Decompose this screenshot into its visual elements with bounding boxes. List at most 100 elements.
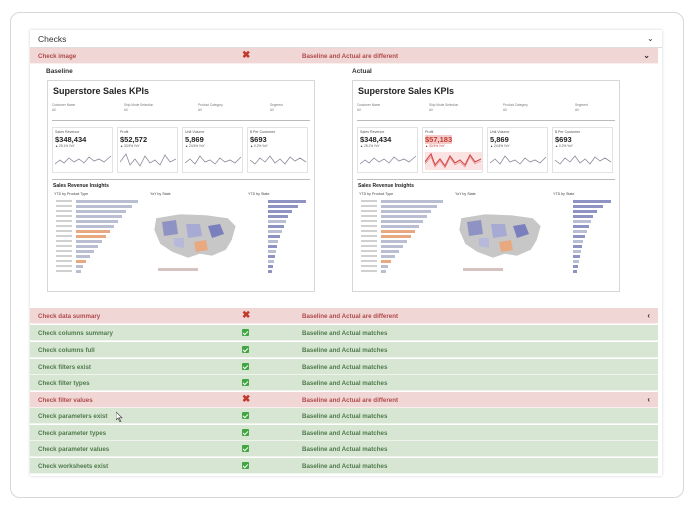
filter-value: All bbox=[198, 108, 202, 112]
insights-section: Sales Revenue Insights YTD by Product Ty… bbox=[357, 179, 615, 287]
insights-title: Sales Revenue Insights bbox=[358, 183, 414, 189]
dashboard-title: Superstore Sales KPIs bbox=[53, 86, 150, 96]
filter-value: All bbox=[357, 108, 361, 112]
kpi-label: Sales Revenue bbox=[360, 130, 385, 134]
kpi-label: Unit Volume bbox=[185, 130, 205, 134]
kpi-delta: ▲ 24.5% YoY bbox=[185, 144, 205, 148]
check-row[interactable]: Check data summary ✖ Baseline and Actual… bbox=[30, 308, 658, 324]
filter-label: Customer Name bbox=[357, 103, 381, 107]
check-row[interactable]: Check filter values ✖ Baseline and Actua… bbox=[30, 392, 658, 408]
kpi-value: 5,869 bbox=[490, 135, 509, 144]
check-name: Check columns summary bbox=[38, 330, 113, 337]
us-map bbox=[153, 213, 237, 271]
check-row[interactable]: Check filter types Baseline and Actual m… bbox=[30, 375, 658, 391]
kpi-value: $57,183 bbox=[425, 135, 453, 144]
fail-icon: ✖ bbox=[242, 394, 251, 405]
kpi-delta: ▲ 0.2% YoY bbox=[555, 144, 573, 148]
bar-chart-product-type bbox=[361, 200, 443, 273]
dashboard-title: Superstore Sales KPIs bbox=[358, 86, 455, 96]
kpi-delta: ▲ 0.2% YoY bbox=[250, 144, 268, 148]
kpi-delta: ▲ 33.9% YoY bbox=[425, 144, 445, 148]
check-icon bbox=[242, 379, 249, 386]
subchart-title: YoY by State bbox=[150, 192, 171, 196]
check-message: Baseline and Actual are different bbox=[302, 397, 399, 404]
kpi-card: $ Per Customer $693 ▲ 0.2% YoY bbox=[247, 127, 308, 173]
check-message: Baseline and Actual are different bbox=[302, 313, 399, 320]
kpi-delta: ▲ 25.1% YoY bbox=[360, 144, 380, 148]
kpi-label: Profit bbox=[425, 130, 434, 134]
kpi-card: Unit Volume 5,869 ▲ 24.5% YoY bbox=[487, 127, 548, 173]
chevron-down-icon[interactable]: ⌄ bbox=[647, 34, 654, 44]
kpi-delta: ▲ 33.9% YoY bbox=[120, 144, 140, 148]
us-map bbox=[458, 213, 542, 271]
check-icon bbox=[242, 462, 249, 469]
filter-label: Customer Name bbox=[52, 103, 76, 107]
subchart-title: YTD by Product Type bbox=[54, 192, 89, 196]
check-message: Baseline and Actual matches bbox=[302, 380, 388, 387]
bar-chart-product-type bbox=[56, 200, 138, 273]
check-row[interactable]: Check worksheets exist Baseline and Actu… bbox=[30, 458, 658, 474]
actual-label: Actual bbox=[352, 68, 372, 75]
check-icon bbox=[242, 429, 249, 436]
kpi-label: Sales Revenue bbox=[55, 130, 80, 134]
check-message: Baseline and Actual matches bbox=[302, 430, 388, 437]
chevron-down-icon[interactable]: ⌄ bbox=[643, 51, 650, 60]
check-icon bbox=[242, 412, 249, 419]
filter-value: All bbox=[429, 108, 433, 112]
filter-bar: Customer Name Ship Mode Selection Produc… bbox=[52, 101, 310, 121]
check-icon bbox=[242, 445, 249, 452]
insights-section: Sales Revenue Insights YTD by Product Ty… bbox=[52, 179, 310, 287]
check-row[interactable]: Check filters exist Baseline and Actual … bbox=[30, 359, 658, 375]
check-icon bbox=[242, 329, 249, 336]
baseline-dashboard: Superstore Sales KPIs Customer Name Ship… bbox=[47, 80, 315, 292]
kpi-label: $ Per Customer bbox=[555, 130, 581, 134]
check-row[interactable]: Check columns full Baseline and Actual m… bbox=[30, 342, 658, 358]
chevron-left-icon[interactable]: ‹ bbox=[647, 311, 650, 320]
check-name: Check filters exist bbox=[38, 364, 91, 371]
bar-chart-state bbox=[268, 200, 306, 273]
filter-value: All bbox=[575, 108, 579, 112]
check-icon bbox=[242, 346, 249, 353]
check-row[interactable]: Check parameters exist Baseline and Actu… bbox=[30, 408, 658, 424]
sparkline bbox=[185, 155, 242, 165]
check-icon bbox=[242, 363, 249, 370]
sparkline bbox=[555, 155, 612, 165]
check-name: Check columns full bbox=[38, 347, 95, 354]
filter-value: All bbox=[124, 108, 128, 112]
check-row[interactable]: Check columns summary Baseline and Actua… bbox=[30, 325, 658, 341]
filter-label: Ship Mode Selection bbox=[124, 103, 154, 107]
kpi-delta: ▲ 24.5% YoY bbox=[490, 144, 510, 148]
check-row[interactable]: Check parameter types Baseline and Actua… bbox=[30, 425, 658, 441]
image-comparison: Baseline Actual Superstore Sales KPIs Cu… bbox=[30, 64, 658, 308]
sparkline bbox=[250, 155, 307, 165]
check-row[interactable]: Check parameter values Baseline and Actu… bbox=[30, 441, 658, 457]
check-message: Baseline and Actual matches bbox=[302, 463, 388, 470]
filter-label: Segment bbox=[270, 103, 283, 107]
filter-label: Product Category bbox=[198, 103, 223, 107]
kpi-card-highlighted: Profit $57,183 ▲ 33.9% YoY bbox=[422, 127, 483, 173]
check-name: Check parameter values bbox=[38, 446, 110, 453]
check-row-image[interactable]: Check image ✖ Baseline and Actual are di… bbox=[30, 48, 658, 64]
subchart-title: YTD by State bbox=[248, 192, 270, 196]
kpi-card: Unit Volume 5,869 ▲ 24.5% YoY bbox=[182, 127, 243, 173]
kpi-card: Sales Revenue $348,434 ▲ 25.1% YoY bbox=[52, 127, 113, 173]
chevron-left-icon[interactable]: ‹ bbox=[647, 395, 650, 404]
insights-title: Sales Revenue Insights bbox=[53, 183, 109, 189]
filter-bar: Customer Name Ship Mode Selection Produc… bbox=[357, 101, 615, 121]
kpi-delta: ▲ 25.1% YoY bbox=[55, 144, 75, 148]
kpi-value: $348,434 bbox=[360, 135, 392, 144]
subchart-title: YTD by State bbox=[553, 192, 575, 196]
kpi-label: Unit Volume bbox=[490, 130, 510, 134]
sparkline bbox=[55, 155, 112, 165]
check-name: Check data summary bbox=[38, 313, 101, 320]
sparkline bbox=[360, 155, 417, 165]
checks-header[interactable]: Checks ⌄ bbox=[30, 30, 662, 48]
fail-icon: ✖ bbox=[242, 310, 251, 321]
kpi-value: $693 bbox=[250, 135, 267, 144]
check-name: Check image bbox=[38, 53, 77, 60]
check-name: Check worksheets exist bbox=[38, 463, 109, 470]
kpi-label: $ Per Customer bbox=[250, 130, 276, 134]
check-message: Baseline and Actual matches bbox=[302, 364, 388, 371]
subchart-title: YTD by Product Type bbox=[359, 192, 394, 196]
kpi-value: $693 bbox=[555, 135, 572, 144]
